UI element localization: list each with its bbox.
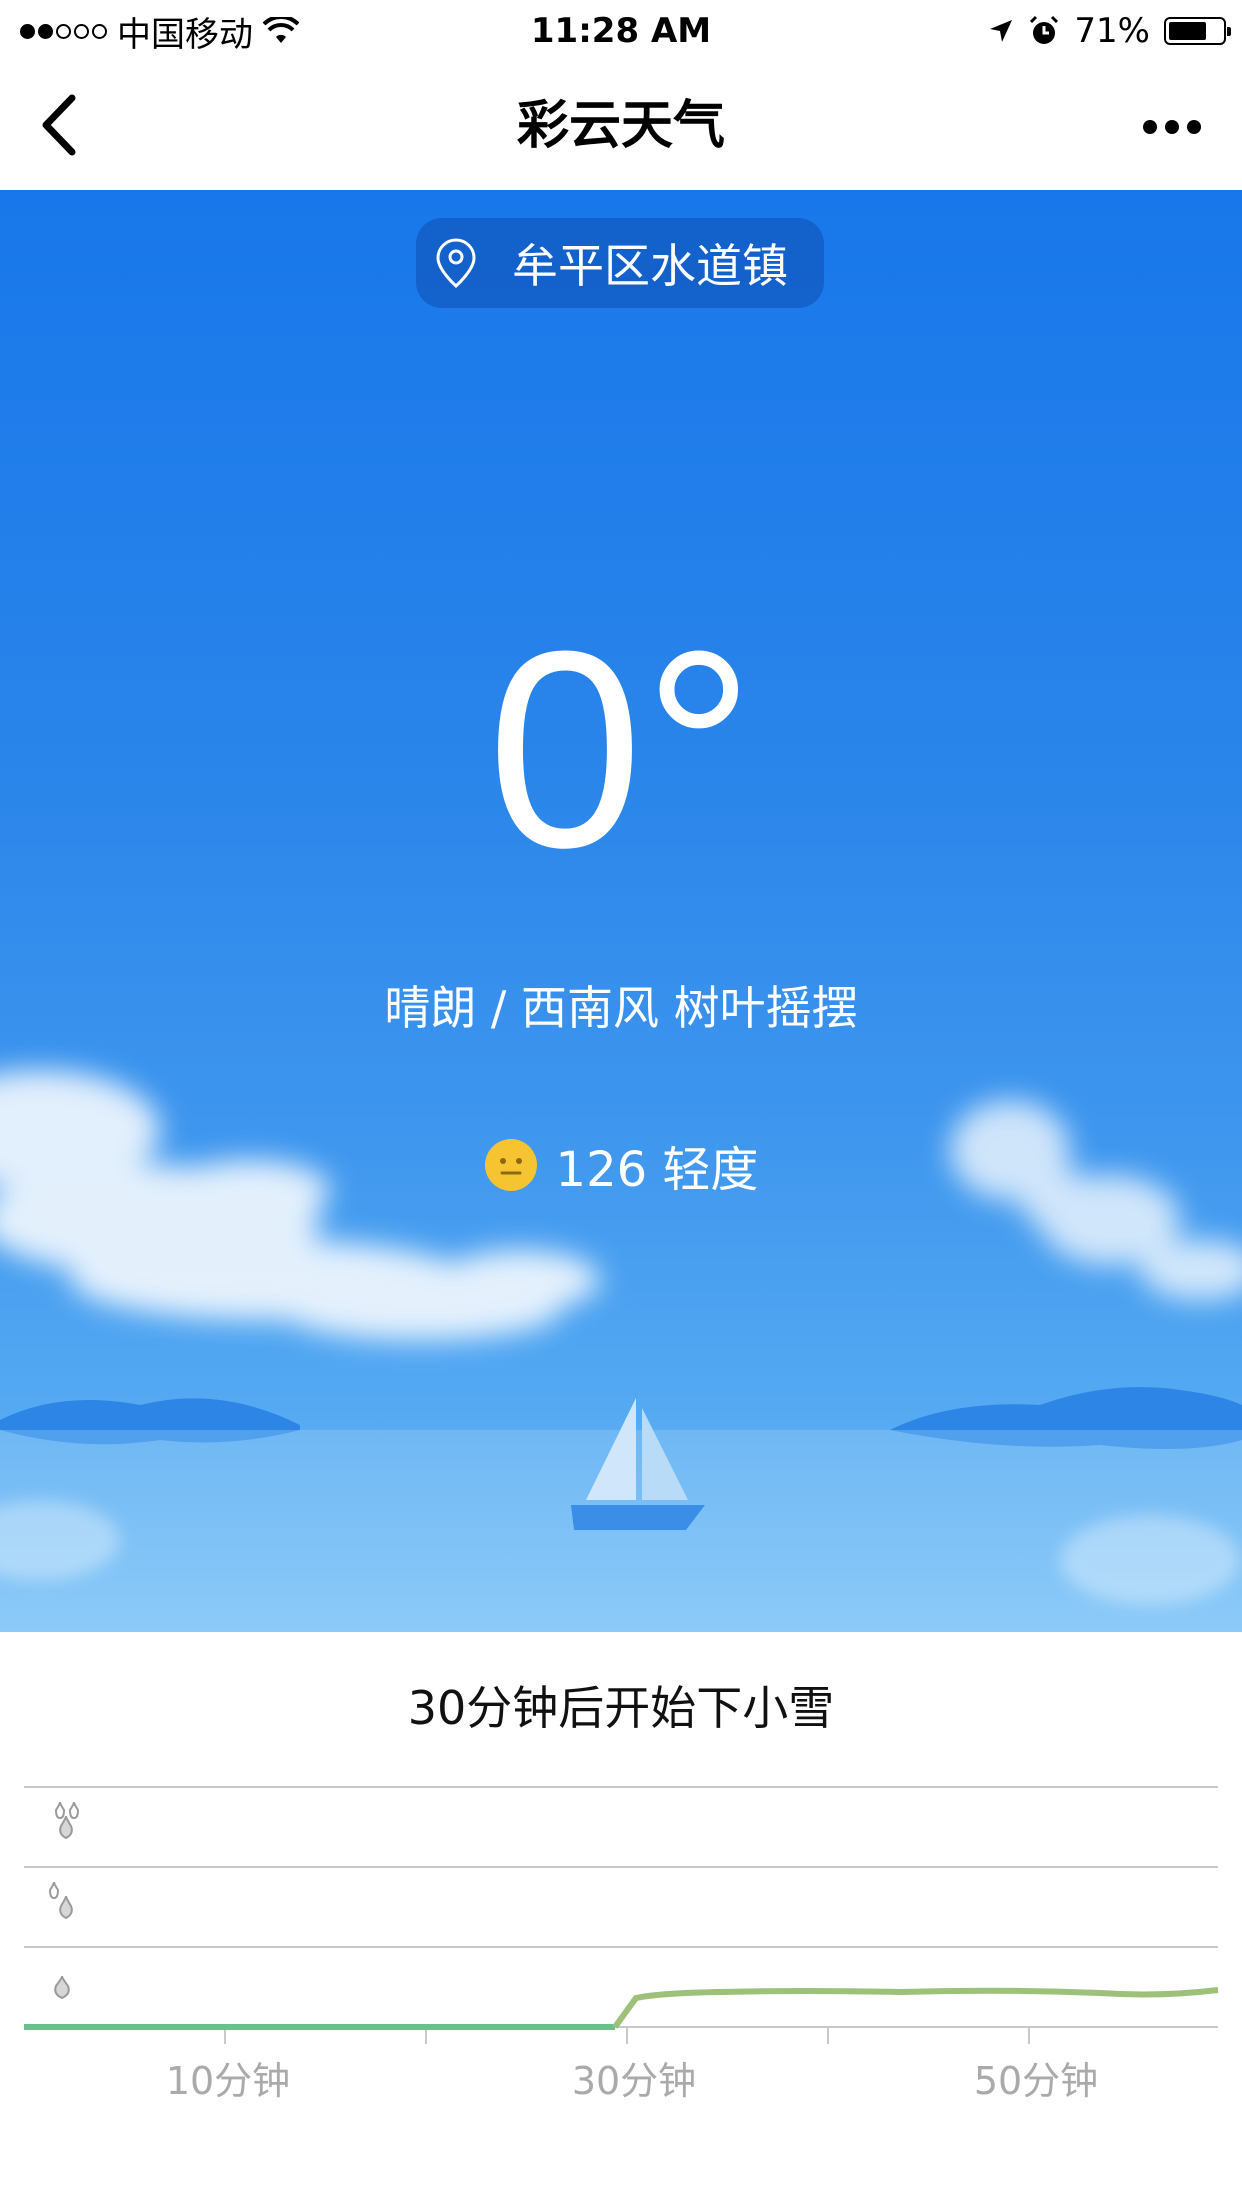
aqi-text: 126 轻度 [555,1142,759,1198]
medium-drop-icon [48,1881,73,1920]
aqi-indicator[interactable]: 126 轻度 [0,1130,1242,1200]
page-title: 彩云天气 [516,96,725,156]
battery-icon [1164,17,1231,45]
x-label-50: 50分钟 [973,2059,1099,2103]
status-bar: 中国移动 11:28 AM 71% [0,0,1242,62]
location-pin-icon [436,238,476,289]
location-name: 牟平区水道镇 [512,239,788,293]
more-dots-icon[interactable] [1132,102,1212,152]
x-label-10: 10分钟 [165,2059,291,2103]
location-arrow-icon [990,20,1013,42]
forecast-summary: 30分钟后开始下小雪 [407,1681,835,1735]
alarm-icon [1030,15,1059,44]
precipitation-chart [24,1786,1219,2044]
location-pill[interactable]: 牟平区水道镇 [416,218,824,308]
sky-scene-illustration [0,1070,1242,1632]
weather-hero: 牟平区水道镇 0° 晴朗 / 西南风 树叶摇摆 126 轻度 [0,190,1242,1632]
weather-condition: 晴朗 / 西南风 树叶摇摆 [384,981,858,1035]
x-label-30: 30分钟 [571,2059,697,2103]
battery-percent: 71% [1074,11,1150,51]
heavy-drop-icon [54,1801,80,1840]
light-drop-icon [54,1975,70,2000]
neutral-face-icon [484,1139,537,1191]
nav-bar: 彩云天气 [0,62,1242,190]
status-right: 71% [988,6,1231,56]
temperature-value: 0° [487,594,755,906]
precip-line-wet [612,1987,1219,2029]
